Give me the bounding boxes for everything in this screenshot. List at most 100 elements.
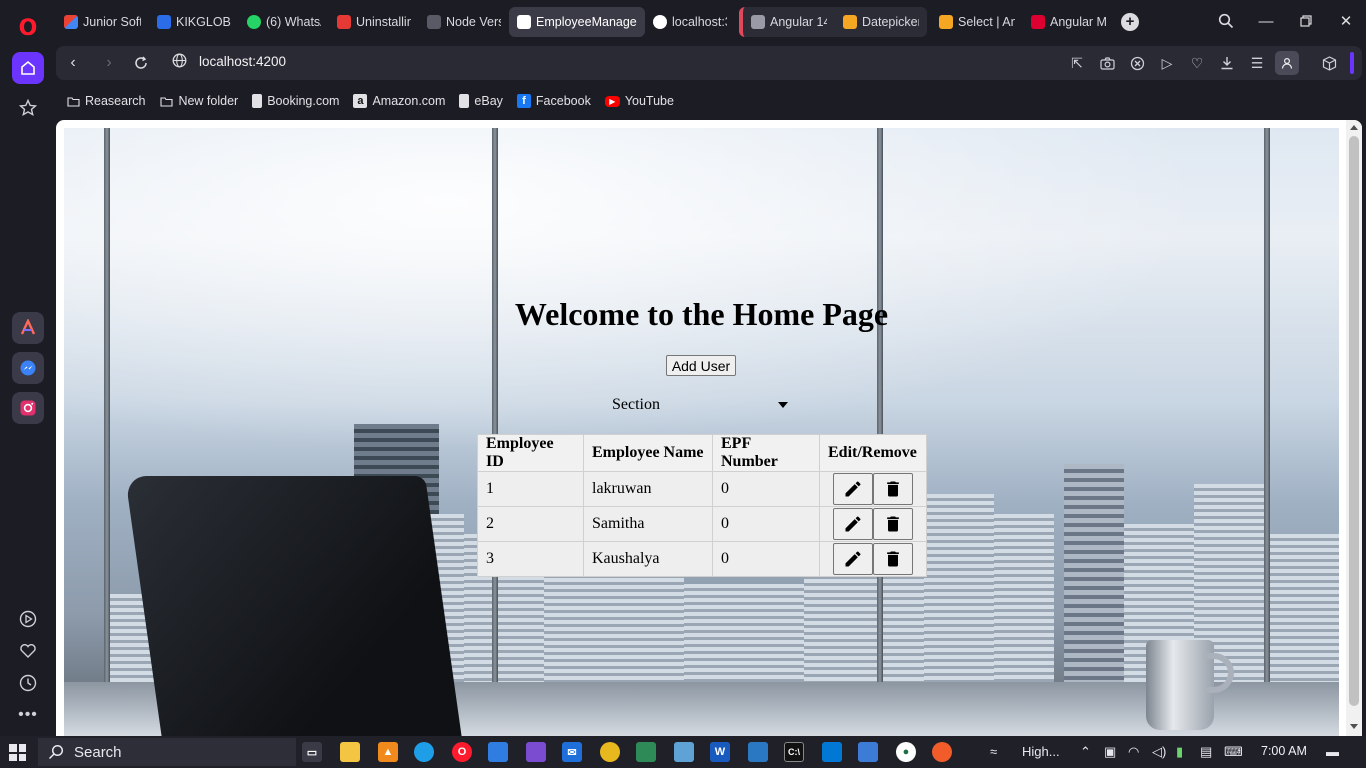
tab-label: Datepicker bbox=[862, 15, 919, 29]
clock[interactable]: 7:00 AM bbox=[1261, 744, 1307, 758]
weather-icon[interactable]: ≈ bbox=[990, 744, 997, 759]
speed-dial-icon[interactable] bbox=[12, 92, 44, 124]
bookmark-reasearch[interactable]: Reasearch bbox=[66, 94, 145, 108]
postman-icon[interactable] bbox=[932, 742, 952, 762]
scrollbar-thumb[interactable] bbox=[1349, 136, 1359, 706]
tab-node-version[interactable]: Node Versio bbox=[419, 7, 509, 37]
tab-kikglobal[interactable]: KIKGLOBAL bbox=[149, 7, 239, 37]
edit-button[interactable] bbox=[833, 508, 873, 540]
tab-select[interactable]: Select | Ang bbox=[931, 7, 1023, 37]
photos-icon[interactable] bbox=[858, 742, 878, 762]
aria-icon[interactable] bbox=[12, 312, 44, 344]
share-icon[interactable]: ⇱ bbox=[1067, 53, 1087, 73]
delete-button[interactable] bbox=[873, 473, 913, 505]
close-icon[interactable]: ✕ bbox=[1326, 6, 1366, 36]
download-icon[interactable] bbox=[1217, 53, 1237, 73]
messenger-icon[interactable] bbox=[12, 352, 44, 384]
windows-start-icon[interactable] bbox=[9, 744, 26, 761]
tab-angular-14[interactable]: Angular 14 bbox=[743, 7, 835, 37]
easy-setup-icon[interactable]: ☰ bbox=[1247, 53, 1267, 73]
section-select[interactable]: Section bbox=[612, 390, 792, 420]
vscode-icon[interactable] bbox=[822, 742, 842, 762]
scroll-down-icon[interactable] bbox=[1350, 724, 1358, 729]
bookmark-booking[interactable]: Booking.com bbox=[252, 94, 339, 108]
edit-button[interactable] bbox=[833, 473, 873, 505]
bookmark-ebay[interactable]: eBay bbox=[459, 94, 503, 108]
edit-button[interactable] bbox=[833, 543, 873, 575]
sticky-app-icon[interactable] bbox=[636, 742, 656, 762]
chevron-up-icon[interactable]: ⌃ bbox=[1080, 744, 1091, 760]
office-background-image: Welcome to the Home Page Add User Sectio… bbox=[64, 128, 1339, 736]
scroll-up-icon[interactable] bbox=[1350, 125, 1358, 130]
notes-icon[interactable] bbox=[674, 742, 694, 762]
keyboard-icon[interactable]: ⌨ bbox=[1224, 744, 1243, 760]
bookmark-new-folder[interactable]: New folder bbox=[159, 94, 238, 108]
tab-uninstalling[interactable]: Uninstalling bbox=[329, 7, 419, 37]
forward-icon[interactable]: › bbox=[98, 52, 120, 74]
block-ads-icon[interactable] bbox=[1127, 53, 1147, 73]
url-input[interactable]: localhost:4200 bbox=[199, 54, 286, 69]
visual-studio-icon[interactable] bbox=[526, 742, 546, 762]
tab-search-icon[interactable] bbox=[1206, 6, 1246, 36]
cell-actions bbox=[819, 471, 927, 507]
bookmark-youtube[interactable]: ▶ YouTube bbox=[604, 94, 674, 108]
file-explorer-icon[interactable] bbox=[340, 742, 360, 762]
heart-icon[interactable] bbox=[12, 635, 44, 667]
opera-taskbar-icon[interactable]: O bbox=[452, 742, 472, 762]
employee-table: Employee ID Employee Name EPF Number Edi… bbox=[477, 434, 927, 577]
more-icon[interactable]: ••• bbox=[12, 699, 44, 731]
player-icon[interactable] bbox=[12, 603, 44, 635]
bookmark-amazon[interactable]: a Amazon.com bbox=[353, 94, 445, 108]
vpn-cube-icon[interactable] bbox=[1319, 53, 1339, 73]
bookmark-label: New folder bbox=[178, 94, 239, 108]
back-icon[interactable]: ‹ bbox=[62, 52, 84, 74]
notification-icon[interactable]: ▬ bbox=[1326, 744, 1339, 759]
opera-logo-icon[interactable]: O bbox=[12, 12, 44, 44]
remote-desktop-icon[interactable] bbox=[748, 742, 768, 762]
tab-angular-material[interactable]: Angular Ma bbox=[1023, 7, 1115, 37]
clipboard-icon[interactable]: ▤ bbox=[1200, 744, 1212, 760]
opera-sidebar: O ••• bbox=[0, 0, 56, 736]
delete-button[interactable] bbox=[873, 543, 913, 575]
add-user-button[interactable]: Add User bbox=[666, 355, 736, 376]
store-icon[interactable] bbox=[488, 742, 508, 762]
word-icon[interactable]: W bbox=[710, 742, 730, 762]
terminal-icon[interactable]: C:\ bbox=[784, 742, 804, 762]
new-tab-button[interactable]: + bbox=[1121, 13, 1139, 31]
send-icon[interactable]: ▷ bbox=[1157, 53, 1177, 73]
shield-icon bbox=[939, 15, 953, 29]
wifi-icon[interactable]: ◠ bbox=[1128, 744, 1139, 760]
tab-localhost[interactable]: localhost:30 bbox=[645, 7, 735, 37]
maximize-icon[interactable] bbox=[1286, 6, 1326, 36]
app-icon[interactable]: ● bbox=[896, 742, 916, 762]
reload-icon[interactable] bbox=[130, 52, 152, 74]
chrome-icon[interactable] bbox=[600, 742, 620, 762]
edge-icon[interactable] bbox=[414, 742, 434, 762]
tab-gmail[interactable]: Junior Softw bbox=[56, 7, 149, 37]
weather-label[interactable]: High... bbox=[1022, 744, 1060, 759]
home-icon[interactable] bbox=[12, 52, 44, 84]
profile-icon[interactable] bbox=[1275, 51, 1299, 75]
bookmark-heart-icon[interactable]: ♡ bbox=[1187, 53, 1207, 73]
vertical-scrollbar[interactable] bbox=[1346, 120, 1362, 736]
task-view-icon[interactable]: ▭ bbox=[302, 742, 322, 762]
minimize-icon[interactable]: — bbox=[1246, 6, 1286, 36]
battery-icon[interactable]: ▮ bbox=[1176, 744, 1183, 760]
vlc-icon[interactable]: ▲ bbox=[378, 742, 398, 762]
tab-datepicker[interactable]: Datepicker bbox=[835, 7, 927, 37]
volume-icon[interactable]: ◁) bbox=[1152, 744, 1166, 760]
tab-label: Node Versio bbox=[446, 15, 501, 29]
tab-employee-management[interactable]: EmployeeManagem bbox=[509, 7, 645, 37]
bookmark-facebook[interactable]: f Facebook bbox=[516, 94, 591, 108]
tab-whatsapp[interactable]: (6) WhatsAp bbox=[239, 7, 329, 37]
search-label: Search bbox=[74, 743, 122, 761]
instagram-icon[interactable] bbox=[12, 392, 44, 424]
delete-button[interactable] bbox=[873, 508, 913, 540]
camera-icon[interactable] bbox=[1097, 53, 1117, 73]
history-icon[interactable] bbox=[12, 667, 44, 699]
browser-window: O ••• Junior Softw bbox=[0, 0, 1366, 736]
mail-icon[interactable]: ✉ bbox=[562, 742, 582, 762]
taskbar-search[interactable]: Search bbox=[38, 738, 296, 766]
caret-down-icon bbox=[778, 402, 788, 408]
network-device-icon[interactable]: ▣ bbox=[1104, 744, 1116, 760]
